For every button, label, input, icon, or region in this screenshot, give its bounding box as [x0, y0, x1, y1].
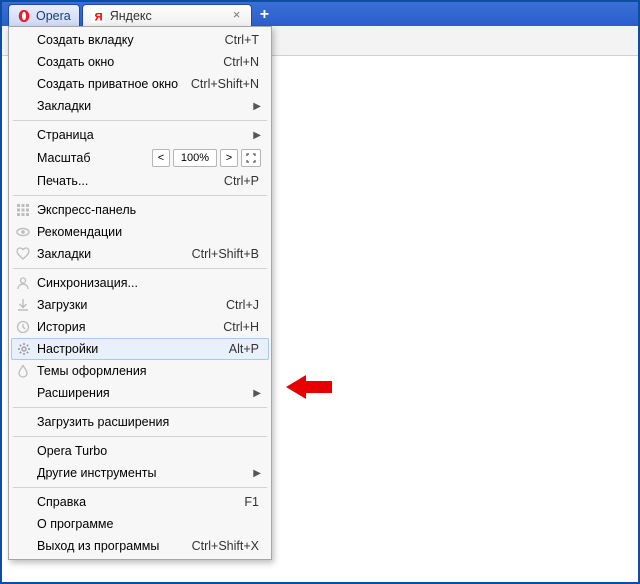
- close-icon[interactable]: ×: [233, 10, 245, 22]
- site-tab[interactable]: Я Яндекс ×: [82, 4, 252, 26]
- opera-icon: [17, 9, 31, 23]
- menu-speed-dial[interactable]: Экспресс-панель: [11, 199, 269, 221]
- menu-label: О программе: [37, 517, 259, 531]
- menu-exit[interactable]: Выход из программы Ctrl+Shift+X: [11, 535, 269, 557]
- menu-opera-turbo[interactable]: Opera Turbo: [11, 440, 269, 462]
- menu-label: Расширения: [37, 386, 259, 400]
- menu-label: Загрузить расширения: [37, 415, 259, 429]
- zoom-controls: < 100% >: [152, 149, 261, 167]
- menu-label: Печать...: [37, 174, 216, 188]
- menu-label: Закладки: [37, 247, 184, 261]
- menu-settings[interactable]: Настройки Alt+P: [11, 338, 269, 360]
- menu-print[interactable]: Печать... Ctrl+P: [11, 170, 269, 192]
- menu-sync[interactable]: Синхронизация...: [11, 272, 269, 294]
- zoom-label: Масштаб: [37, 151, 152, 165]
- menu-shortcut: F1: [244, 495, 259, 509]
- chevron-right-icon: ▶: [253, 388, 261, 399]
- chevron-right-icon: ▶: [253, 101, 261, 112]
- menu-help[interactable]: Справка F1: [11, 491, 269, 513]
- chevron-right-icon: ▶: [253, 468, 261, 479]
- menu-shortcut: Ctrl+P: [224, 174, 259, 188]
- menu-new-window[interactable]: Создать окно Ctrl+N: [11, 51, 269, 73]
- tab-strip: Opera Я Яндекс × +: [2, 2, 638, 26]
- menu-label: Создать окно: [37, 55, 215, 69]
- menu-new-tab[interactable]: Создать вкладку Ctrl+T: [11, 29, 269, 51]
- menu-bookmarks-sub[interactable]: Закладки ▶: [11, 95, 269, 117]
- menu-label: Создать приватное окно: [37, 77, 183, 91]
- menu-zoom: Масштаб < 100% >: [11, 146, 269, 170]
- grid-icon: [15, 202, 31, 218]
- menu-label: Закладки: [37, 99, 259, 113]
- menu-label: История: [37, 320, 215, 334]
- menu-bookmarks[interactable]: Закладки Ctrl+Shift+B: [11, 243, 269, 265]
- menu-label: Синхронизация...: [37, 276, 259, 290]
- menu-shortcut: Ctrl+Shift+N: [191, 77, 259, 91]
- zoom-out-button[interactable]: <: [152, 149, 170, 167]
- menu-shortcut: Ctrl+T: [225, 33, 259, 47]
- menu-label: Opera Turbo: [37, 444, 259, 458]
- user-icon: [15, 275, 31, 291]
- heart-icon: [15, 246, 31, 262]
- svg-text:Я: Я: [94, 11, 102, 23]
- site-tab-label: Яндекс: [110, 9, 152, 23]
- menu-label: Экспресс-панель: [37, 203, 259, 217]
- menu-page-sub[interactable]: Страница ▶: [11, 124, 269, 146]
- menu-themes[interactable]: Темы оформления: [11, 360, 269, 382]
- opera-main-menu: Создать вкладку Ctrl+T Создать окно Ctrl…: [8, 26, 272, 560]
- menu-shortcut: Ctrl+Shift+B: [192, 247, 259, 261]
- clock-icon: [15, 319, 31, 335]
- menu-label: Создать вкладку: [37, 33, 217, 47]
- eye-icon: [15, 224, 31, 240]
- menu-separator: [13, 195, 267, 196]
- menu-downloads[interactable]: Загрузки Ctrl+J: [11, 294, 269, 316]
- menu-separator: [13, 120, 267, 121]
- menu-other-tools[interactable]: Другие инструменты ▶: [11, 462, 269, 484]
- menu-separator: [13, 268, 267, 269]
- menu-label: Настройки: [37, 342, 221, 356]
- zoom-value: 100%: [173, 149, 217, 167]
- opera-menu-tab[interactable]: Opera: [8, 4, 80, 26]
- menu-history[interactable]: История Ctrl+H: [11, 316, 269, 338]
- menu-shortcut: Ctrl+Shift+X: [192, 539, 259, 553]
- download-icon: [15, 297, 31, 313]
- menu-label: Загрузки: [37, 298, 218, 312]
- zoom-in-button[interactable]: >: [220, 149, 238, 167]
- yandex-icon: Я: [91, 9, 105, 23]
- annotation-arrow: [286, 373, 332, 404]
- menu-new-private[interactable]: Создать приватное окно Ctrl+Shift+N: [11, 73, 269, 95]
- menu-separator: [13, 407, 267, 408]
- menu-separator: [13, 436, 267, 437]
- menu-label: Выход из программы: [37, 539, 184, 553]
- gear-icon: [16, 341, 32, 357]
- menu-label: Темы оформления: [37, 364, 259, 378]
- menu-shortcut: Ctrl+H: [223, 320, 259, 334]
- menu-separator: [13, 487, 267, 488]
- chevron-right-icon: ▶: [253, 130, 261, 141]
- zoom-fullscreen-button[interactable]: [241, 149, 261, 167]
- menu-label: Справка: [37, 495, 236, 509]
- menu-label: Страница: [37, 128, 259, 142]
- menu-get-extensions[interactable]: Загрузить расширения: [11, 411, 269, 433]
- menu-shortcut: Ctrl+N: [223, 55, 259, 69]
- menu-label: Другие инструменты: [37, 466, 259, 480]
- menu-about[interactable]: О программе: [11, 513, 269, 535]
- menu-shortcut: Alt+P: [229, 342, 259, 356]
- drop-icon: [15, 363, 31, 379]
- new-tab-button[interactable]: +: [254, 6, 275, 26]
- opera-tab-label: Opera: [36, 9, 71, 23]
- menu-extensions-sub[interactable]: Расширения ▶: [11, 382, 269, 404]
- menu-recommendations[interactable]: Рекомендации: [11, 221, 269, 243]
- menu-label: Рекомендации: [37, 225, 259, 239]
- menu-shortcut: Ctrl+J: [226, 298, 259, 312]
